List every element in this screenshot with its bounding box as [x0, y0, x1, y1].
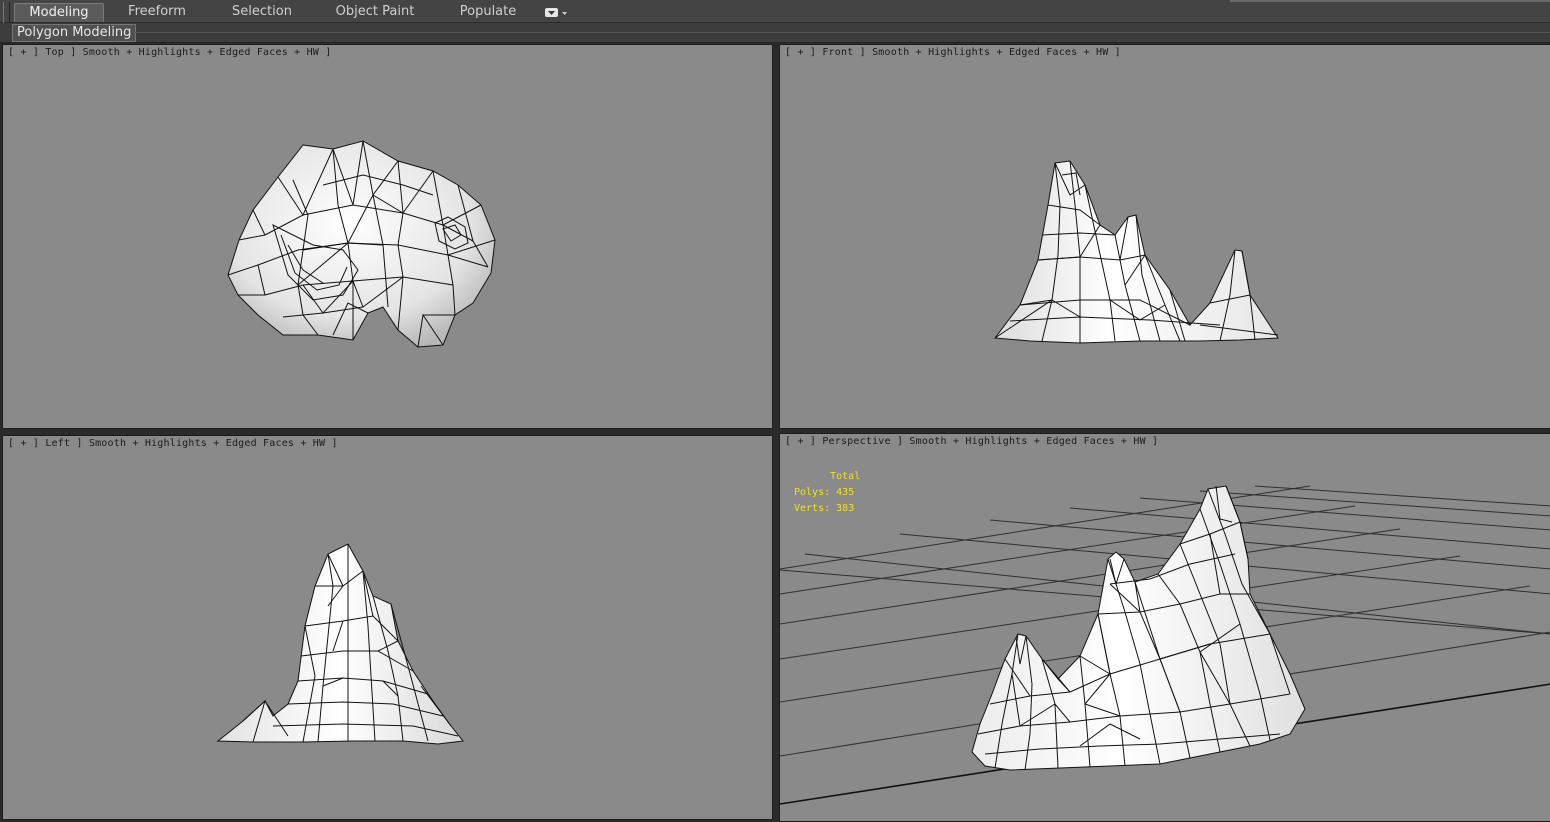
viewport-top[interactable]: [ + ] Top ] Smooth + Highlights + Edged … [2, 44, 773, 429]
viewport-label-perspective[interactable]: [ + ] Perspective ] Smooth + Highlights … [785, 436, 1158, 447]
tab-selection[interactable]: Selection [218, 3, 306, 21]
viewport-label-left[interactable]: [ + ] Left ] Smooth + Highlights + Edged… [8, 438, 338, 449]
stats-verts: Verts: 383 [794, 503, 855, 514]
viewport-label-front[interactable]: [ + ] Front ] Smooth + Highlights + Edge… [785, 47, 1121, 58]
stats-header: Total [830, 471, 861, 482]
stats-polys: Polys: 435 [794, 487, 855, 498]
front-view-mesh-canvas [994, 160, 1279, 344]
tab-modeling[interactable]: Modeling [14, 3, 104, 22]
rock-mesh-front [994, 160, 1279, 344]
viewport-front[interactable]: [ + ] Front ] Smooth + Highlights + Edge… [779, 44, 1550, 429]
panel-divider [134, 32, 1550, 33]
top-view-mesh-canvas [227, 140, 496, 348]
rock-mesh-left [216, 543, 464, 745]
ribbon-top-divider [1230, 0, 1550, 2]
viewport-label-top[interactable]: [ + ] Top ] Smooth + Highlights + Edged … [8, 47, 331, 58]
viewport-left[interactable]: [ + ] Left ] Smooth + Highlights + Edged… [2, 435, 773, 820]
dropdown-arrow-icon[interactable] [544, 7, 570, 19]
ribbon-panel-bar: Polygon Modeling [0, 23, 1550, 43]
polygon-modeling-panel-button[interactable]: Polygon Modeling [12, 24, 137, 42]
tab-freeform[interactable]: Freeform [118, 3, 196, 21]
tab-object-paint[interactable]: Object Paint [326, 3, 424, 21]
tab-populate[interactable]: Populate [446, 3, 530, 21]
ribbon-tab-bar: Modeling Freeform Selection Object Paint… [0, 0, 1550, 40]
scene-statistics: Total Polys: 435 Verts: 383 [794, 469, 860, 517]
left-view-mesh-canvas [216, 543, 464, 745]
perspective-view-canvas [780, 485, 1550, 805]
viewport-perspective[interactable]: [ + ] Perspective ] Smooth + Highlights … [779, 433, 1550, 822]
rock-mesh-top [227, 140, 496, 348]
rock-mesh-perspective [971, 485, 1306, 771]
